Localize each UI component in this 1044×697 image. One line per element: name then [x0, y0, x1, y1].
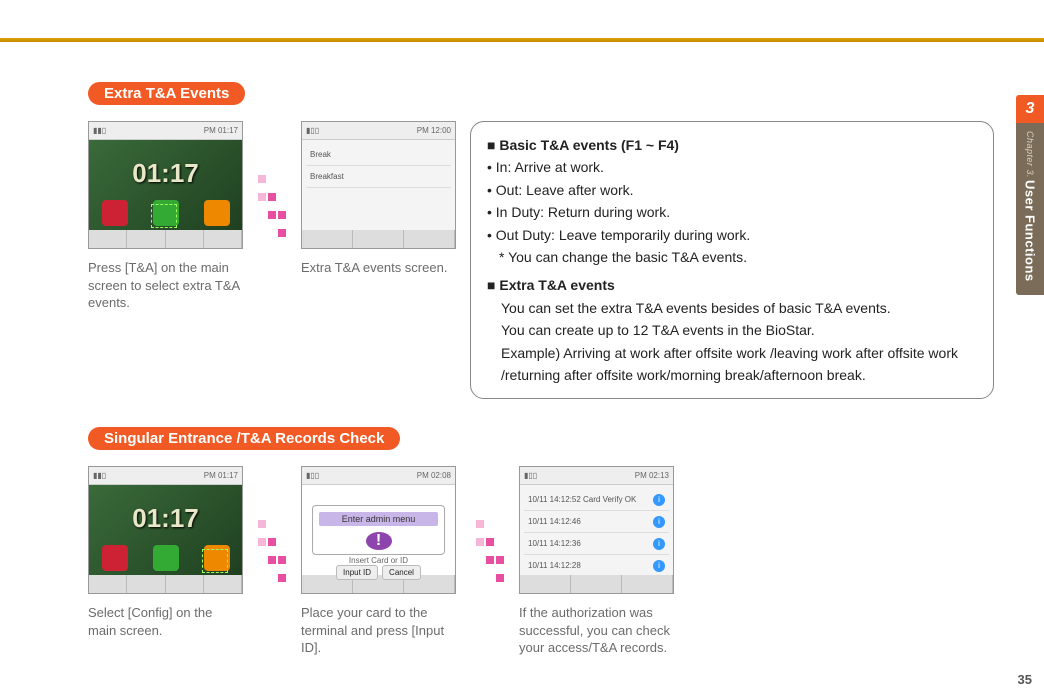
info-heading: Basic T&A events (F1 ~ F4) — [499, 137, 679, 153]
section-pill: Singular Entrance /T&A Records Check — [88, 427, 400, 450]
info-note: * You can change the basic T&A events. — [487, 246, 977, 268]
input-id-button: Input ID — [336, 565, 378, 580]
screenshot-image: ▮▯▯PM 02:13 10/11 14:12:52 Card Verify O… — [519, 466, 674, 594]
screenshot-image: ▮▯▯PM 12:00 Break Breakfast — [301, 121, 456, 249]
info-heading: Extra T&A events — [499, 277, 614, 293]
section-pill: Extra T&A Events — [88, 82, 245, 105]
nav-bar — [89, 230, 242, 249]
chapter-tab-body: Chapter 3. User Functions — [1016, 123, 1044, 295]
clock-area: 01:17 — [89, 485, 242, 575]
screenshot-image: ▮▯▯PM 02:08 Enter admin menu ! Insert Ca… — [301, 466, 456, 594]
caption: If the authorization was successful, you… — [519, 604, 679, 657]
arrow-icon — [257, 121, 287, 243]
caption: Place your card to the terminal and pres… — [301, 604, 461, 657]
screenshot-image: ▮▮▯PM 01:17 01:17 — [88, 121, 243, 249]
screenshot-main-screen: ▮▮▯PM 01:17 01:17 Press [T&A] on the mai… — [88, 121, 243, 312]
arrow-icon — [257, 466, 287, 588]
list-item: Break — [306, 144, 451, 166]
page-content: Extra T&A Events ▮▮▯PM 01:17 01:17 Press… — [88, 82, 994, 657]
statusbar: ▮▯▯PM 02:08 — [302, 467, 455, 485]
info-bullet: Out: Leave after work. — [487, 179, 977, 201]
caption: Press [T&A] on the main screen to select… — [88, 259, 243, 312]
list-item: 10/11 14:12:28i — [524, 555, 669, 577]
modal-area: Enter admin menu ! Insert Card or ID Inp… — [302, 485, 455, 575]
clock-time: 01:17 — [89, 503, 242, 534]
list-item: 10/11 14:12:46i — [524, 511, 669, 533]
screenshot-admin-modal: ▮▯▯PM 02:08 Enter admin menu ! Insert Ca… — [301, 466, 461, 657]
info-text: You can set the extra T&A events besides… — [487, 297, 977, 319]
highlight-tna — [151, 204, 177, 228]
info-bullet: In Duty: Return during work. — [487, 201, 977, 223]
statusbar: ▮▮▯PM 01:17 — [89, 467, 242, 485]
chapter-side-tab: 3 Chapter 3. User Functions — [1016, 95, 1044, 295]
section-extra-tna-events: Extra T&A Events ▮▮▯PM 01:17 01:17 Press… — [88, 82, 994, 399]
info-bullet: Out Duty: Leave temporarily during work. — [487, 224, 977, 246]
info-bullet: In: Arrive at work. — [487, 156, 977, 178]
admin-modal: Enter admin menu ! Insert Card or ID Inp… — [312, 505, 445, 555]
list-item: Breakfast — [306, 166, 451, 188]
list-item: 10/11 14:12:52 Card Verify OKi — [524, 489, 669, 511]
info-text: You can create up to 12 T&A events in th… — [487, 319, 977, 341]
section-singular-entrance: Singular Entrance /T&A Records Check ▮▮▯… — [88, 427, 994, 657]
statusbar: ▮▯▯PM 02:13 — [520, 467, 673, 485]
nav-bar — [520, 575, 673, 594]
clock-area: 01:17 — [89, 140, 242, 230]
clock-time: 01:17 — [89, 158, 242, 189]
event-list: Break Breakfast — [302, 140, 455, 230]
arrow-icon — [475, 466, 505, 588]
records-list: 10/11 14:12:52 Card Verify OKi 10/11 14:… — [520, 485, 673, 575]
alert-icon: ! — [366, 532, 392, 550]
chapter-title: User Functions — [1023, 180, 1038, 282]
info-text: Example) Arriving at work after offsite … — [487, 342, 977, 387]
info-callout: ■ Basic T&A events (F1 ~ F4) In: Arrive … — [470, 121, 994, 399]
screenshot-records-list: ▮▯▯PM 02:13 10/11 14:12:52 Card Verify O… — [519, 466, 679, 657]
cancel-button: Cancel — [382, 565, 421, 580]
screenshot-main-config: ▮▮▯PM 01:17 01:17 Select [Config] on the… — [88, 466, 243, 639]
nav-bar — [89, 575, 242, 594]
page-number: 35 — [1018, 672, 1032, 687]
modal-header: Enter admin menu — [319, 512, 438, 526]
modal-message: Insert Card or ID — [349, 556, 408, 565]
section1-row: ▮▮▯PM 01:17 01:17 Press [T&A] on the mai… — [88, 121, 994, 399]
statusbar: ▮▯▯PM 12:00 — [302, 122, 455, 140]
statusbar: ▮▮▯PM 01:17 — [89, 122, 242, 140]
screenshot-extra-tna: ▮▯▯PM 12:00 Break Breakfast Extra T&A ev… — [301, 121, 456, 277]
manual-page: 3 Chapter 3. User Functions Extra T&A Ev… — [0, 0, 1044, 697]
highlight-config — [202, 549, 228, 573]
list-item: 10/11 14:12:36i — [524, 533, 669, 555]
section2-row: ▮▮▯PM 01:17 01:17 Select [Config] on the… — [88, 466, 994, 657]
nav-bar — [302, 230, 455, 249]
caption: Extra T&A events screen. — [301, 259, 456, 277]
chapter-label: Chapter 3. — [1025, 131, 1035, 178]
header-rule — [0, 38, 1044, 42]
screenshot-image: ▮▮▯PM 01:17 01:17 — [88, 466, 243, 594]
chapter-number: 3 — [1016, 95, 1044, 123]
caption: Select [Config] on the main screen. — [88, 604, 243, 639]
